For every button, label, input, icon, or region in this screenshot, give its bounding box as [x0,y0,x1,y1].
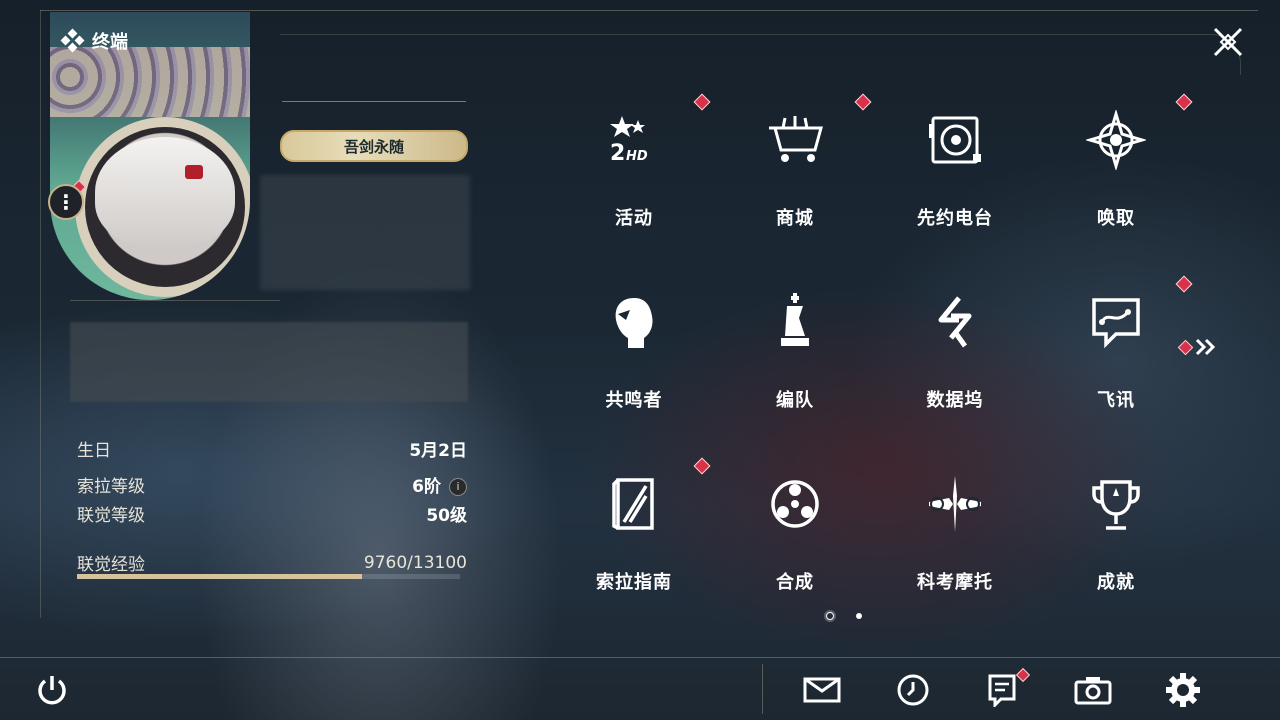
camera-icon [1074,677,1112,705]
union-xp-fill [77,574,363,579]
menu-item-motorbike[interactable]: 科考摩托 [875,458,1035,618]
data-dock-icon [923,290,987,354]
chess-team-icon [763,290,827,354]
svg-text:HD: HD [626,149,648,164]
frame-left-line [40,10,41,618]
close-button[interactable] [1206,20,1250,64]
profile-card-background [50,12,250,300]
menu-item-label: 数据坞 [926,390,984,411]
menu-item-label: 合成 [776,572,814,593]
guide-book-icon [602,472,666,536]
page-title: 终端 [92,32,128,53]
power-button[interactable] [30,668,74,712]
menu-item-activity[interactable]: 2 HD 活动 [554,93,714,254]
notice-dot [854,93,872,111]
page-dot[interactable] [856,613,862,619]
menu-item-resonators[interactable]: 共鸣者 [554,276,714,436]
clock-icon [897,674,929,706]
info-icon[interactable]: i [449,478,467,496]
frame-inner-line [280,34,1160,35]
more-dots-icon: ⋮ [56,190,76,214]
more-options-button[interactable]: ⋮ [48,184,84,220]
notice-dot [693,457,711,475]
menu-item-achievements[interactable]: 成就 [1036,458,1196,618]
title-badge[interactable]: 吾剑永随 [280,130,468,162]
double-chevron-right-icon [1195,338,1216,356]
info-row-birthday: 生日 5月2日 [77,436,467,461]
summon-compass-icon [1084,108,1148,172]
svg-text:2: 2 [610,141,625,166]
menu-item-label: 共鸣者 [605,390,663,411]
union-level-value: 50级 [426,506,467,526]
birthday-label: 生日 [77,441,111,461]
notice-dot [1175,275,1193,293]
notice-icon [988,674,1016,707]
settings-button[interactable] [1161,668,1205,712]
menu-item-label: 索拉指南 [596,572,672,593]
menu-item-label: 商城 [776,208,814,229]
menu-item-label: 成就 [1097,572,1135,593]
next-page-button[interactable] [1177,338,1217,356]
info-row-sola-level: 索拉等级 6阶 i [77,472,467,497]
bottom-separator [762,664,763,714]
motorbike-icon [923,472,987,536]
resonator-head-icon [602,290,666,354]
menu-item-sola-guide[interactable]: 索拉指南 [554,457,714,618]
union-xp-value: 9760/13100 [363,552,467,573]
terminal-header: 终端 [60,28,128,54]
notice-dot [1177,339,1194,355]
badge-divider [282,101,466,102]
synthesis-icon [763,472,827,536]
close-x-icon [1213,27,1243,57]
notice-dot [1015,667,1031,683]
blurred-signature-area [70,322,468,402]
page-indicator [826,612,862,620]
mail-button[interactable] [800,668,844,712]
power-icon [38,676,66,705]
shop-cart-icon [763,108,827,172]
four-diamonds-icon [60,28,85,53]
union-xp-bar [77,574,460,579]
notice-dot [693,93,711,111]
menu-item-team[interactable]: 编队 [715,276,875,436]
menu-item-label: 唤取 [1097,208,1135,229]
sola-level-label: 索拉等级 [77,477,145,497]
info-row-union-level: 联觉等级 50级 [77,501,467,526]
chat-bubble-icon [1084,290,1148,354]
page-dot-current[interactable] [826,612,834,620]
card-art [50,47,250,117]
event-2hd-icon: 2 HD [602,108,666,172]
clock-button[interactable] [891,668,935,712]
bottom-divider [0,657,1280,658]
menu-item-summon[interactable]: 唤取 [1036,93,1196,254]
menu-item-data-dock[interactable]: 数据坞 [875,276,1035,436]
info-row-union-xp: 联觉经验 9760/13100 [77,550,467,576]
frame-top-line [40,10,1258,11]
menu-item-radio[interactable]: 先约电台 [875,94,1035,254]
menu-item-label: 先约电台 [917,208,993,229]
menu-item-label: 编队 [776,390,814,411]
notice-dot [1175,93,1193,111]
menu-item-synthesis[interactable]: 合成 [715,458,875,618]
union-level-label: 联觉等级 [77,506,145,526]
notice-button[interactable] [980,667,1031,712]
menu-item-label: 飞讯 [1097,390,1135,411]
sola-level-value: 6阶 [412,477,441,497]
camera-button[interactable] [1071,668,1115,712]
union-xp-label: 联觉经验 [77,555,145,575]
mail-icon [803,677,841,703]
birthday-value: 5月2日 [409,441,467,461]
menu-item-label: 科考摩托 [917,572,993,593]
trophy-icon [1084,472,1148,536]
radio-icon [923,108,987,172]
menu-item-shop[interactable]: 商城 [715,93,875,254]
menu-item-label: 活动 [615,208,653,229]
blurred-name-area [260,175,470,290]
settings-gear-icon [1166,673,1200,707]
menu-item-messages[interactable]: 飞讯 [1036,275,1196,436]
avatar[interactable] [85,127,245,287]
profile-divider [70,300,280,301]
title-badge-text: 吾剑永随 [343,137,404,156]
